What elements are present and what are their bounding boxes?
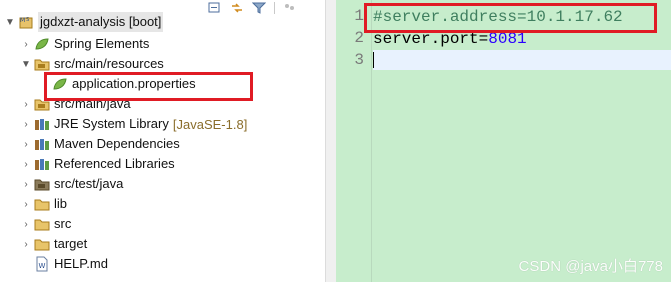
tree-item-jre-system-library[interactable]: › JRE System Library [JavaSE-1.8] <box>20 114 247 134</box>
markdown-file-icon: W <box>34 256 50 272</box>
tree-item-maven-dependencies[interactable]: › Maven Dependencies <box>20 134 180 154</box>
spring-leaf-icon <box>34 36 50 52</box>
tree-item-label: target <box>54 236 88 251</box>
tree-item-src-test-java[interactable]: › src/test/java <box>20 174 123 194</box>
tree-item-label: Spring Elements <box>54 36 150 51</box>
tree-item-label: src/main/resources <box>54 56 164 71</box>
tree-item-label: Referenced Libraries <box>54 156 175 171</box>
watermark: CSDN @java小白778 <box>518 258 663 275</box>
toolbar-separator <box>274 2 275 14</box>
highlight-box-application-properties <box>44 72 253 101</box>
project-name: jgdxzt-analysis [boot] <box>38 12 164 32</box>
library-icon <box>34 116 50 132</box>
svg-text:M: M <box>20 17 25 24</box>
tree-item-src-main-resources[interactable]: ▼ src/main/resources <box>20 54 164 74</box>
gutter-separator <box>371 0 372 282</box>
chevron-right-icon[interactable]: › <box>20 158 32 170</box>
line-number: 1 <box>354 7 364 25</box>
project-explorer: ▼ MS jgdxzt-analysis [boot] › Spring Ele… <box>0 0 325 282</box>
source-folder-icon <box>34 176 50 192</box>
tree-item-src[interactable]: › src <box>20 214 71 234</box>
chevron-right-icon[interactable]: › <box>20 138 32 150</box>
highlight-box-server-address <box>364 3 657 33</box>
jre-version-decorator: [JavaSE-1.8] <box>172 116 248 132</box>
code-line-3[interactable] <box>373 50 671 70</box>
tree-item-label: JRE System Library <box>54 116 169 131</box>
properties-editor[interactable]: 1 2 3 #server.address=10.1.17.62 server.… <box>336 0 671 282</box>
chevron-down-icon[interactable]: ▼ <box>4 16 16 28</box>
chevron-right-icon[interactable]: › <box>20 218 32 230</box>
tree-item-target[interactable]: › target <box>20 234 87 254</box>
collapse-all-icon[interactable] <box>208 2 222 14</box>
tree-item-label: src/test/java <box>54 176 124 191</box>
line-number: 3 <box>354 51 364 69</box>
line-number: 2 <box>354 29 364 47</box>
tree-item-lib[interactable]: › lib <box>20 194 67 214</box>
folder-icon <box>34 236 50 252</box>
folder-icon <box>34 216 50 232</box>
chevron-right-icon[interactable]: › <box>20 118 32 130</box>
svg-text:S: S <box>26 17 29 23</box>
view-menu-icon[interactable] <box>283 2 297 14</box>
chevron-right-icon[interactable]: › <box>20 98 32 110</box>
chevron-down-icon[interactable]: ▼ <box>20 58 32 70</box>
tree-item-label: HELP.md <box>54 256 108 271</box>
tree-item-help-md[interactable]: W HELP.md <box>32 254 108 274</box>
line-number-gutter: 1 2 3 <box>336 0 372 282</box>
tree-item-label: Maven Dependencies <box>54 136 180 151</box>
chevron-right-icon[interactable]: › <box>20 238 32 250</box>
library-icon <box>34 136 50 152</box>
chevron-right-icon[interactable]: › <box>20 178 32 190</box>
tree-item-project[interactable]: ▼ MS jgdxzt-analysis [boot] <box>4 12 164 32</box>
chevron-right-icon[interactable]: › <box>20 198 32 210</box>
library-icon <box>34 156 50 172</box>
maven-project-icon: MS <box>18 14 34 30</box>
svg-text:W: W <box>39 262 46 270</box>
tree-item-spring-elements[interactable]: › Spring Elements <box>20 34 149 54</box>
tree-item-label: src <box>54 216 72 231</box>
folder-icon <box>34 196 50 212</box>
chevron-right-icon[interactable]: › <box>20 38 32 50</box>
source-folder-icon <box>34 56 50 72</box>
tree-item-referenced-libraries[interactable]: › Referenced Libraries <box>20 154 175 174</box>
text-caret <box>373 51 374 68</box>
link-with-editor-icon[interactable] <box>230 2 244 14</box>
tree-item-label: lib <box>54 196 68 211</box>
filter-icon[interactable] <box>252 2 266 14</box>
explorer-toolbar <box>208 0 297 16</box>
